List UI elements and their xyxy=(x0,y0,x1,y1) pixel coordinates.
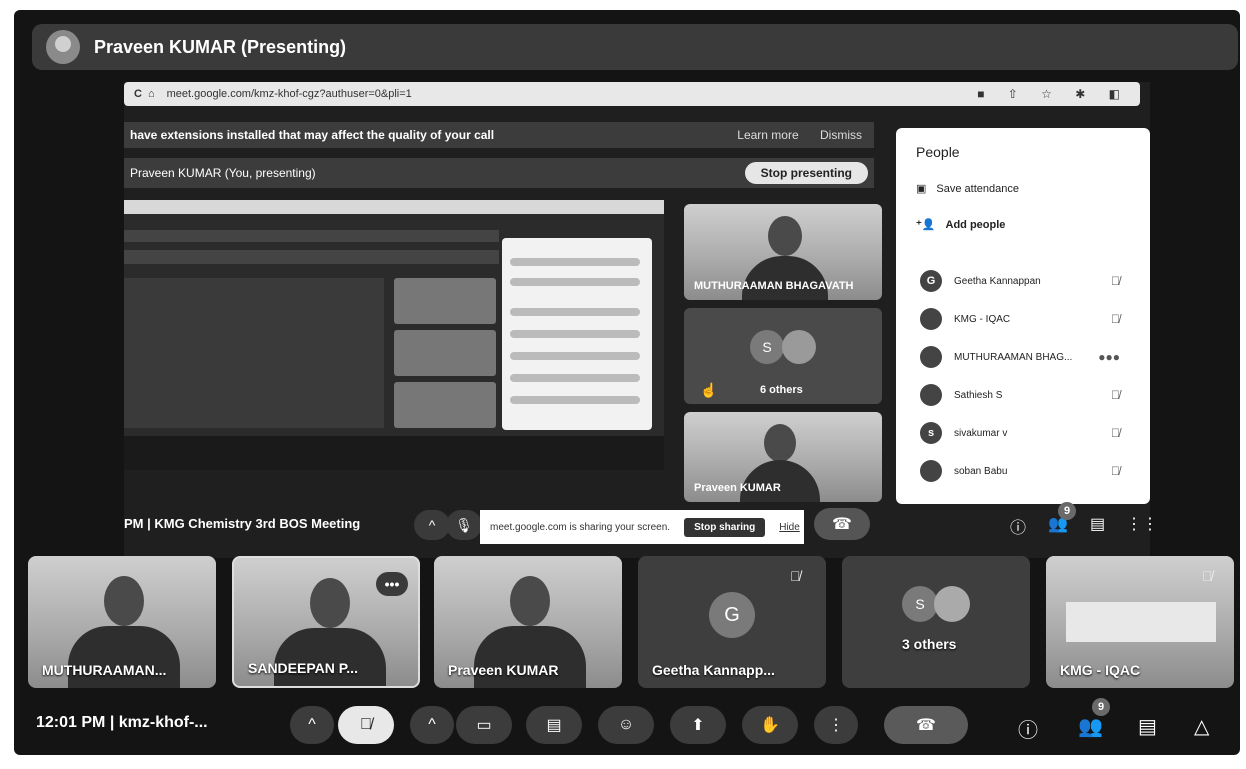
info-icon[interactable]: ⓘ xyxy=(1018,714,1038,743)
people-list-item[interactable]: KMG - IQAC 🎙̸ xyxy=(920,308,1140,330)
learn-more-link[interactable]: Learn more xyxy=(737,128,798,142)
people-panel: People ▣ Save attendance ⁺👤 Add people G… xyxy=(896,128,1150,504)
dismiss-link[interactable]: Dismiss xyxy=(820,128,862,142)
people-list-item[interactable]: G Geetha Kannappan 🎙̸ xyxy=(920,270,1140,292)
mic-off-icon: 🎙̸ xyxy=(1111,464,1120,478)
hide-link[interactable]: Hide xyxy=(779,522,800,533)
camera-icon[interactable]: ▭ xyxy=(456,706,512,744)
people-list-item[interactable]: soban Babu 🎙̸ xyxy=(920,460,1140,482)
presenting-label: Praveen KUMAR (You, presenting) xyxy=(130,166,316,180)
mic-off-icon: 🎙̸ xyxy=(1111,388,1120,402)
meet-control-bar: 12:01 PM | kmz-khof-... ^ 🎙̸ ^ ▭ ▤ ☺ ⬆ ✋… xyxy=(14,696,1240,755)
sharing-text: meet.google.com is sharing your screen. xyxy=(490,521,671,533)
side-tile-name: MUTHURAAMAN BHAGAVATH xyxy=(694,280,854,292)
meet-screen: Praveen KUMAR (Presenting) C⌂ meet.googl… xyxy=(14,10,1240,755)
mic-icon[interactable]: 🎙 xyxy=(446,510,482,540)
chevron-up-icon[interactable]: ^ xyxy=(290,706,334,744)
chat-icon[interactable]: ▤ xyxy=(1090,514,1105,534)
end-call-icon[interactable]: ☎ xyxy=(814,508,870,540)
people-list-item[interactable]: Sathiesh S 🎙̸ xyxy=(920,384,1140,406)
others-avatar-photo xyxy=(782,330,816,364)
participant-name: Praveen KUMAR xyxy=(448,662,559,678)
person-avatar xyxy=(920,346,942,368)
person-avatar: G xyxy=(920,270,942,292)
chat-icon[interactable]: ▤ xyxy=(1138,714,1157,739)
participant-avatar: G xyxy=(709,592,755,638)
browser-toolbar-icons[interactable]: ■ ⇧ ☆ ✱ ◧ xyxy=(977,87,1130,101)
side-tile-muthuraaman[interactable]: MUTHURAAMAN BHAGAVATH xyxy=(684,204,882,300)
people-count-badge: 9 xyxy=(1058,502,1076,520)
sharing-notification: meet.google.com is sharing your screen. … xyxy=(480,510,804,544)
people-list-item[interactable]: s sivakumar v 🎙̸ xyxy=(920,422,1140,444)
emoji-icon[interactable]: ☺ xyxy=(598,706,654,744)
participant-tile[interactable]: MUTHURAAMAN... xyxy=(28,556,216,688)
add-people-button[interactable]: ⁺👤 Add people xyxy=(916,218,1005,232)
participant-name: Geetha Kannapp... xyxy=(652,662,775,678)
meeting-clock: 12:01 PM | kmz-khof-... xyxy=(36,714,208,731)
participant-tile[interactable]: 🎙̸ G Geetha Kannapp... xyxy=(638,556,826,688)
extension-warning: have extensions installed that may affec… xyxy=(124,122,874,148)
stop-sharing-button[interactable]: Stop sharing xyxy=(684,517,766,537)
nested-screen-share xyxy=(124,200,664,470)
participant-name: 3 others xyxy=(902,636,957,652)
browser-bar: C⌂ meet.google.com/kmz-khof-cgz?authuser… xyxy=(124,82,1140,106)
participant-avatar-photo xyxy=(934,586,970,622)
presenter-title: Praveen KUMAR (Presenting) xyxy=(94,36,347,57)
participant-tile[interactable]: ••• SANDEEPAN P... xyxy=(232,556,420,688)
participant-name: KMG - IQAC xyxy=(1060,662,1141,678)
participant-tile[interactable]: 🎙̸ KMG - IQAC xyxy=(1046,556,1234,688)
activities-icon[interactable]: △ xyxy=(1194,714,1209,739)
person-avatar: s xyxy=(920,422,942,444)
captions-icon[interactable]: ▤ xyxy=(526,706,582,744)
attendance-icon: ▣ xyxy=(916,183,927,195)
presenting-row: Praveen KUMAR (You, presenting) Stop pre… xyxy=(124,158,874,188)
shared-screen: C⌂ meet.google.com/kmz-khof-cgz?authuser… xyxy=(124,82,1158,558)
mic-off-icon[interactable]: 🎙̸ xyxy=(338,706,394,744)
more-options-icon[interactable]: ••• xyxy=(376,572,408,596)
shared-meeting-title: PM | KMG Chemistry 3rd BOS Meeting xyxy=(124,516,361,531)
chevron-up-icon[interactable]: ^ xyxy=(410,706,454,744)
person-avatar xyxy=(920,308,942,330)
raise-hand-icon[interactable]: ✋ xyxy=(742,706,798,744)
mic-off-icon: 🎙̸ xyxy=(1202,568,1213,584)
mic-off-icon: 🎙̸ xyxy=(1111,312,1120,326)
mic-off-icon: 🎙̸ xyxy=(1111,426,1120,440)
presenter-avatar xyxy=(46,30,80,64)
more-options-icon[interactable]: ⋮ xyxy=(814,706,858,744)
info-icon[interactable]: ⓘ xyxy=(1010,514,1026,538)
people-icon[interactable]: 👥 xyxy=(1078,714,1103,739)
participant-name: SANDEEPAN P... xyxy=(248,660,358,676)
people-list-item[interactable]: MUTHURAAMAN BHAG... ●●● xyxy=(920,346,1140,368)
person-avatar xyxy=(920,460,942,482)
people-count-badge: 9 xyxy=(1092,698,1110,716)
mic-off-icon: 🎙̸ xyxy=(1111,274,1120,288)
present-screen-icon[interactable]: ⬆ xyxy=(670,706,726,744)
mic-off-icon: 🎙̸ xyxy=(790,568,801,584)
others-avatar: S xyxy=(750,330,784,364)
person-avatar xyxy=(920,384,942,406)
save-attendance-button[interactable]: ▣ Save attendance xyxy=(916,182,1019,196)
people-panel-title: People xyxy=(916,144,960,160)
add-person-icon: ⁺👤 xyxy=(916,219,936,231)
presenter-banner: Praveen KUMAR (Presenting) xyxy=(32,24,1238,70)
participant-name: MUTHURAAMAN... xyxy=(42,662,167,678)
side-tile-name: 6 others xyxy=(760,384,803,396)
participant-tile[interactable]: Praveen KUMAR xyxy=(434,556,622,688)
side-tile-name: Praveen KUMAR xyxy=(694,482,781,494)
browser-nav-icons[interactable]: C⌂ xyxy=(134,88,161,100)
stop-presenting-button[interactable]: Stop presenting xyxy=(744,162,868,184)
apps-grid-icon[interactable]: ⋮⋮ xyxy=(1126,514,1158,534)
side-tile-praveen[interactable]: Praveen KUMAR xyxy=(684,412,882,502)
participant-tile[interactable]: S 3 others xyxy=(842,556,1030,688)
shared-screen-toolbar: PM | KMG Chemistry 3rd BOS Meeting ^ 🎙 m… xyxy=(124,502,1158,558)
end-call-icon[interactable]: ☎ xyxy=(884,706,968,744)
chevron-up-icon[interactable]: ^ xyxy=(414,510,450,540)
extension-warning-text: have extensions installed that may affec… xyxy=(130,128,495,142)
participant-avatar: S xyxy=(902,586,938,622)
mouse-pointer-icon: ☝ xyxy=(700,382,718,398)
speaking-indicator-icon: ●●● xyxy=(1098,350,1120,364)
browser-url[interactable]: meet.google.com/kmz-khof-cgz?authuser=0&… xyxy=(167,88,978,100)
